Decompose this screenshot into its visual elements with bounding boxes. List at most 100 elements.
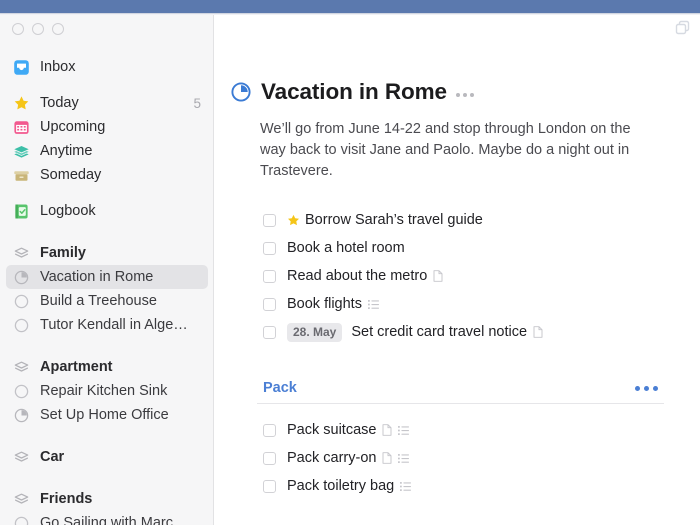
project-circle-icon bbox=[14, 294, 29, 308]
main-content-pane: Vacation in Rome We’ll go from June 14-2… bbox=[215, 15, 700, 525]
todo-item[interactable]: Borrow Sarah’s travel guide bbox=[257, 208, 664, 232]
todo-checkbox[interactable] bbox=[263, 325, 276, 339]
sidebar-project-go-sailing-with-marc[interactable]: Go Sailing with Marc bbox=[6, 511, 208, 525]
todo-title: Pack toiletry bag bbox=[287, 478, 395, 494]
sidebar-item-today[interactable]: Today 5 bbox=[6, 91, 208, 115]
todo-title: Book flights bbox=[287, 296, 362, 312]
todo-item[interactable]: Book a hotel room bbox=[257, 236, 664, 260]
todo-item[interactable]: 28. May Set credit card travel notice bbox=[257, 320, 664, 344]
note-attachment-icon bbox=[382, 424, 392, 436]
sidebar-item-label: Car bbox=[40, 449, 65, 465]
note-attachment-icon bbox=[533, 326, 543, 338]
checklist-icon bbox=[398, 453, 410, 463]
area-icon bbox=[14, 361, 29, 372]
window-restore-icon[interactable] bbox=[674, 19, 692, 37]
logbook-icon bbox=[15, 204, 28, 218]
sidebar-item-label: Inbox bbox=[40, 59, 76, 75]
todo-title: Borrow Sarah’s travel guide bbox=[305, 212, 483, 228]
box-icon bbox=[14, 170, 29, 181]
sidebar-item-label: Build a Treehouse bbox=[40, 293, 157, 309]
todo-checkbox[interactable] bbox=[263, 213, 276, 227]
calendar-icon bbox=[14, 120, 29, 134]
project-circle-icon bbox=[14, 384, 29, 398]
inbox-icon bbox=[14, 59, 29, 75]
project-more-options-icon[interactable] bbox=[455, 87, 474, 97]
close-button[interactable] bbox=[12, 23, 24, 35]
things-app-window: Inbox Today 5 Upcoming Anytime Someday Logbook… bbox=[0, 15, 700, 525]
note-attachment-icon bbox=[382, 452, 392, 464]
todo-checkbox[interactable] bbox=[263, 479, 276, 493]
sidebar-item-label: Friends bbox=[40, 491, 93, 507]
todo-title: Set credit card travel notice bbox=[351, 324, 528, 340]
todo-item[interactable]: Pack carry-on bbox=[257, 446, 664, 470]
todo-checkbox[interactable] bbox=[263, 297, 276, 311]
desktop-background-strip bbox=[0, 0, 700, 13]
sidebar-item-anytime[interactable]: Anytime bbox=[6, 139, 208, 163]
sidebar-project-tutor-kendall-in-alge[interactable]: Tutor Kendall in Alge… bbox=[6, 313, 208, 337]
project-sections: Pack Pack suitcase Pack carry-on Pack toile… bbox=[215, 380, 700, 498]
section-title[interactable]: Pack bbox=[263, 380, 297, 396]
sidebar-item-logbook[interactable]: Logbook bbox=[6, 199, 208, 223]
todo-item[interactable]: Book flights bbox=[257, 292, 664, 316]
checklist-icon bbox=[398, 425, 410, 435]
sidebar-divider-gap bbox=[0, 79, 214, 91]
sidebar-area-friends[interactable]: Friends bbox=[6, 487, 208, 511]
area-icon bbox=[14, 451, 29, 462]
section-more-options-icon[interactable] bbox=[635, 385, 658, 391]
project-header: Vacation in Rome bbox=[215, 77, 700, 107]
minimize-button[interactable] bbox=[32, 23, 44, 35]
sidebar-area-family[interactable]: Family bbox=[6, 241, 208, 265]
project-progress-icon bbox=[14, 408, 29, 422]
page-title: Vacation in Rome bbox=[261, 79, 447, 104]
todo-title: Pack carry-on bbox=[287, 450, 377, 466]
sidebar-item-label: Upcoming bbox=[40, 119, 106, 135]
sidebar-item-label: Set Up Home Office bbox=[40, 407, 169, 423]
todo-item[interactable]: Read about the metro bbox=[257, 264, 664, 288]
todo-checkbox[interactable] bbox=[263, 451, 276, 465]
area-icon bbox=[14, 247, 29, 258]
sidebar-item-someday[interactable]: Someday bbox=[6, 163, 208, 187]
sidebar-item-label: Anytime bbox=[40, 143, 93, 159]
sidebar: Inbox Today 5 Upcoming Anytime Someday Logbook… bbox=[0, 15, 214, 525]
sidebar-area-car[interactable]: Car bbox=[6, 445, 208, 469]
project-circle-icon bbox=[14, 516, 29, 525]
sidebar-item-upcoming[interactable]: Upcoming bbox=[6, 115, 208, 139]
todo-checkbox[interactable] bbox=[263, 423, 276, 437]
sidebar-area-apartment[interactable]: Apartment bbox=[6, 355, 208, 379]
sidebar-project-build-a-treehouse[interactable]: Build a Treehouse bbox=[6, 289, 208, 313]
project-content: Vacation in Rome We’ll go from June 14-2… bbox=[215, 77, 700, 498]
layers-icon bbox=[14, 145, 29, 158]
todo-title: Pack suitcase bbox=[287, 422, 377, 438]
section-todo-list: Pack suitcase Pack carry-on Pack toiletry … bbox=[215, 418, 700, 498]
area-icon bbox=[14, 493, 29, 504]
sidebar-project-vacation-in-rome[interactable]: Vacation in Rome bbox=[6, 265, 208, 289]
todo-date-badge: 28. May bbox=[287, 322, 343, 342]
todo-item[interactable]: Pack toiletry bag bbox=[257, 474, 664, 498]
project-progress-icon[interactable] bbox=[230, 81, 252, 103]
todo-title: Book a hotel room bbox=[287, 240, 405, 256]
todo-checkbox[interactable] bbox=[263, 241, 276, 255]
sidebar-item-inbox[interactable]: Inbox bbox=[6, 55, 208, 79]
sidebar-project-repair-kitchen-sink[interactable]: Repair Kitchen Sink bbox=[6, 379, 208, 403]
project-notes[interactable]: We’ll go from June 14-22 and stop throug… bbox=[260, 119, 655, 182]
star-icon bbox=[288, 214, 299, 225]
sidebar-item-label: Logbook bbox=[40, 203, 96, 219]
todo-item[interactable]: Pack suitcase bbox=[257, 418, 664, 442]
checklist-icon bbox=[400, 481, 412, 491]
star-icon bbox=[14, 95, 29, 109]
project-progress-icon bbox=[14, 270, 29, 284]
zoom-button[interactable] bbox=[52, 23, 64, 35]
todo-checkbox[interactable] bbox=[263, 269, 276, 283]
todo-list: Borrow Sarah’s travel guide Book a hotel … bbox=[215, 208, 700, 344]
sidebar-item-label: Someday bbox=[40, 167, 102, 183]
sidebar-divider-gap bbox=[0, 187, 214, 199]
sidebar-project-set-up-home-office[interactable]: Set Up Home Office bbox=[6, 403, 208, 427]
sidebar-item-label: Repair Kitchen Sink bbox=[40, 383, 168, 399]
sidebar-area-gap bbox=[0, 427, 214, 445]
section-header: Pack bbox=[257, 380, 664, 404]
sidebar-scroll-area[interactable]: Inbox Today 5 Upcoming Anytime Someday Logbook… bbox=[0, 55, 214, 525]
project-section: Pack Pack suitcase Pack carry-on Pack toile… bbox=[215, 380, 700, 498]
project-circle-icon bbox=[14, 318, 29, 332]
note-attachment-icon bbox=[433, 270, 443, 282]
sidebar-area-gap bbox=[0, 223, 214, 241]
